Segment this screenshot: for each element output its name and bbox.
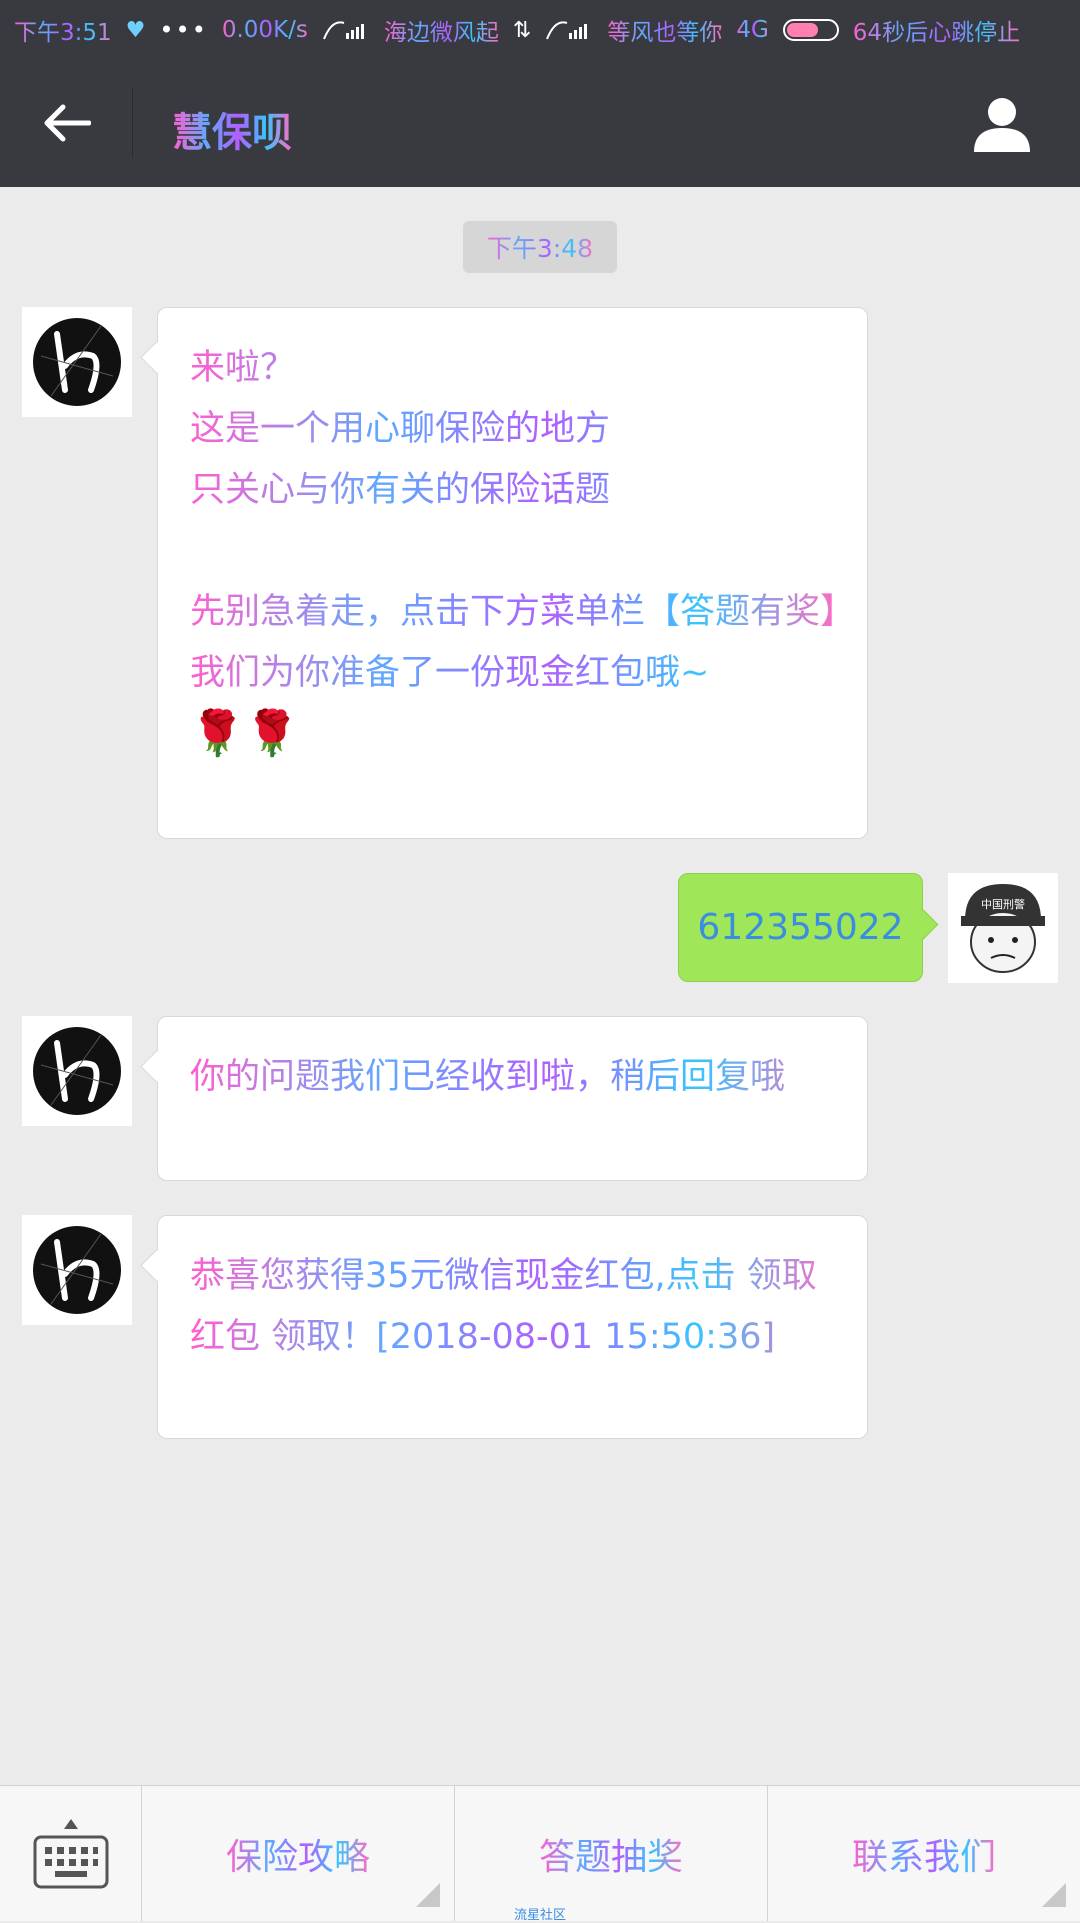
message-line: 这是一个用心聊保险的地方 [190, 399, 839, 460]
brand-logo-icon [33, 1027, 121, 1115]
message-line: 只关心与你有关的保险话题 [190, 460, 839, 521]
message-bubble-incoming: 你的问题我们已经收到啦，稍后回复哦 [157, 1016, 868, 1181]
data-transfer-icon: ⇅ [512, 17, 532, 43]
signal-icon [322, 21, 364, 40]
message-bubble-incoming: 来啦？ 这是一个用心聊保险的地方 只关心与你有关的保险话题 先别急着走，点击下方… [157, 307, 868, 839]
profile-button[interactable] [964, 86, 1040, 162]
more-icon: ••• [159, 16, 208, 44]
chat-timestamp-text: 下午3:48 [487, 229, 593, 265]
submenu-indicator-icon [1042, 1883, 1066, 1907]
brand-logo-icon [33, 318, 121, 406]
menu-item-label: 联系我们 [852, 1828, 996, 1880]
submenu-indicator-icon [416, 1883, 440, 1907]
message-bubble-incoming: 恭喜您获得35元微信现金红包,点击 领取红包 领取！[2018-08-01 15… [157, 1215, 868, 1439]
page-title: 慧保呗 [172, 100, 292, 158]
rose-emoji: 🌹🌹 [190, 708, 300, 759]
caret-up-icon [63, 1818, 78, 1829]
network-type: 4G [736, 17, 769, 43]
carrier-2: 等风也等你 [607, 13, 722, 47]
bot-avatar[interactable] [22, 1016, 132, 1126]
user-avatar-label: 中国刑警 [981, 897, 1025, 911]
meme-face-icon: 中国刑警 [961, 884, 1045, 973]
person-icon [974, 98, 1030, 152]
network-speed: 0.00K/s [221, 17, 308, 43]
watermark: 流星社区 [514, 1908, 567, 1923]
menu-contact-us[interactable]: 联系我们 [768, 1786, 1080, 1921]
signal-icon [546, 21, 588, 40]
menu-item-label: 保险攻略 [226, 1828, 370, 1880]
message-text: 612355022 [697, 907, 904, 948]
bot-avatar[interactable] [22, 1215, 132, 1325]
menu-insurance-guide[interactable]: 保险攻略 [142, 1786, 455, 1921]
battery-text: 64秒后心跳停止 [853, 13, 1020, 47]
status-time: 下午3:51 [14, 13, 112, 47]
title-divider [132, 88, 133, 158]
heart-icon: ♥ [125, 17, 146, 43]
user-avatar[interactable]: 中国刑警 [948, 873, 1058, 983]
arrow-left-icon [44, 104, 91, 142]
keyboard-icon [33, 1835, 108, 1888]
title-bar: 慧保呗 [0, 60, 1080, 187]
bottom-menu: 保险攻略 答题抽奖 联系我们 [0, 1785, 1080, 1921]
message-bubble-outgoing: 612355022 [678, 873, 923, 982]
message-line: 来啦？ [190, 338, 839, 399]
carrier-1: 海边微风起 [384, 13, 499, 47]
back-button[interactable] [32, 88, 102, 158]
battery-icon [782, 19, 839, 41]
menu-item-label: 答题抽奖 [539, 1828, 683, 1880]
message-text: 恭喜您获得35元微信现金红包,点击 领取红包 领取！[2018-08-01 15… [190, 1246, 839, 1368]
menu-quiz-lottery[interactable]: 答题抽奖 [455, 1786, 768, 1921]
keyboard-toggle-button[interactable] [0, 1786, 142, 1921]
bot-avatar[interactable] [22, 307, 132, 417]
message-text: 你的问题我们已经收到啦，稍后回复哦 [190, 1047, 839, 1108]
brand-logo-icon [33, 1226, 121, 1314]
chat-timestamp: 下午3:48 [463, 221, 617, 273]
status-bar: 下午3:51 ♥ ••• 0.00K/s 海边微风起 ⇅ 等风也等你 4G 64… [0, 0, 1080, 60]
message-line: 我们为你准备了一份现金红包哦~ [190, 643, 839, 704]
message-line: 先别急着走，点击下方菜单栏【答题有奖】 [190, 582, 855, 643]
